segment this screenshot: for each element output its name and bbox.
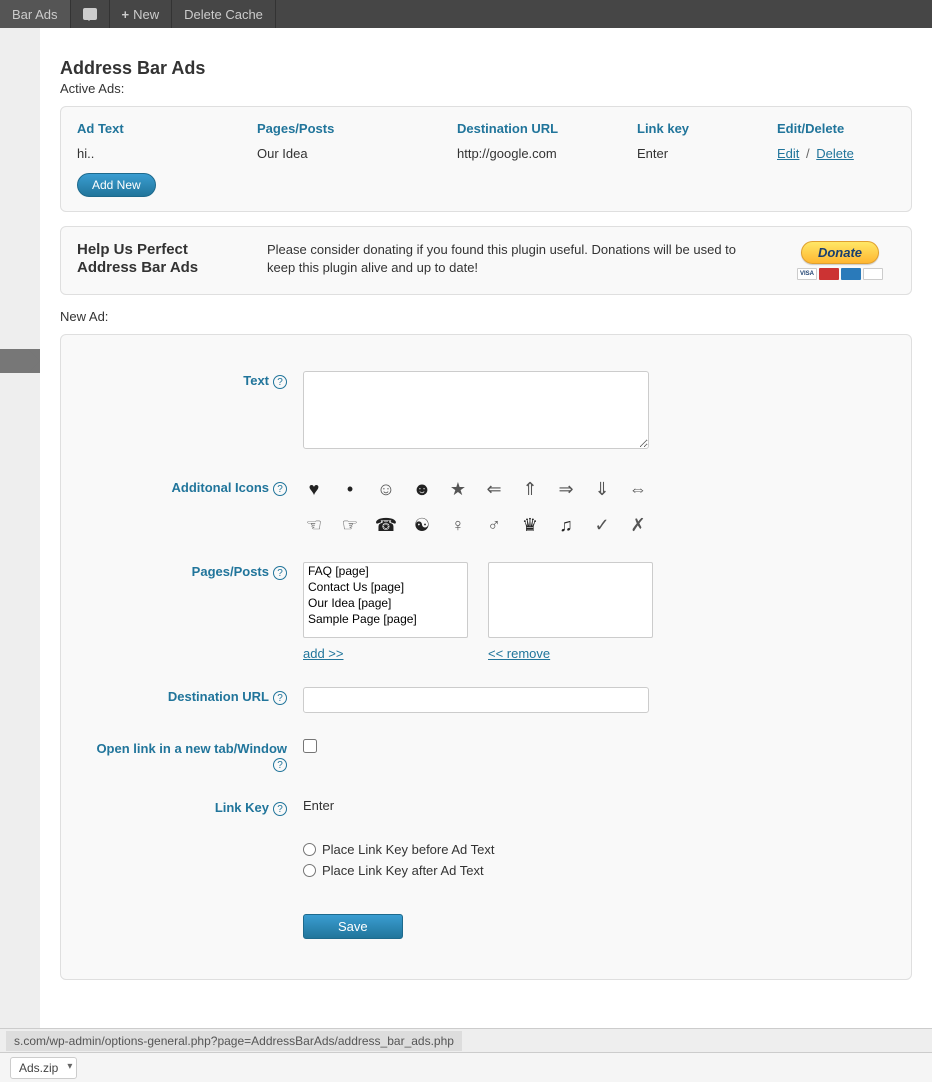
col-edit-delete: Edit/Delete	[777, 121, 895, 146]
link-key-label: Link Key?	[91, 798, 293, 816]
cell-ad-text: hi..	[77, 146, 257, 173]
help-icon[interactable]: ?	[273, 691, 287, 705]
link-key-after-radio[interactable]	[303, 864, 316, 877]
col-link-key: Link key	[637, 121, 777, 146]
amex-icon	[841, 268, 861, 280]
save-button[interactable]: Save	[303, 914, 403, 939]
page-option[interactable]: Sample Page [page]	[304, 611, 467, 627]
smiley-filled-icon[interactable]: ☻	[411, 478, 433, 500]
new-ad-form: Text? Additonal Icons? ♥ • ☺ ☻ ★	[60, 334, 912, 980]
col-dest: Destination URL	[457, 121, 637, 146]
page-option[interactable]: FAQ [page]	[304, 563, 467, 579]
help-icon[interactable]: ?	[273, 758, 287, 772]
comment-icon	[83, 8, 97, 20]
crown-icon[interactable]: ♛	[519, 514, 541, 536]
donate-text: Please consider donating if you found th…	[267, 241, 765, 277]
arrow-up-icon[interactable]: ⇑	[519, 478, 541, 500]
edit-link[interactable]: Edit	[777, 146, 799, 161]
current-menu-arrow-icon	[0, 349, 40, 373]
status-url: s.com/wp-admin/options-general.php?page=…	[6, 1031, 462, 1051]
smiley-icon[interactable]: ☺	[375, 478, 397, 500]
available-pages-select[interactable]: FAQ [page]Contact Us [page]Our Idea [pag…	[303, 562, 468, 638]
admin-toolbar: Bar Ads + New Delete Cache	[0, 0, 932, 28]
credit-card-icons: VISA	[785, 268, 895, 280]
cell-pages: Our Idea	[257, 146, 457, 173]
yinyang-icon[interactable]: ☯	[411, 514, 433, 536]
toolbar-bar-ads[interactable]: Bar Ads	[0, 0, 71, 28]
cell-link-key: Enter	[637, 146, 777, 173]
help-icon[interactable]: ?	[273, 802, 287, 816]
link-key-before-label: Place Link Key before Ad Text	[322, 842, 494, 857]
arrow-down-icon[interactable]: ⇓	[591, 478, 613, 500]
active-ads-label: Active Ads:	[60, 81, 912, 96]
heart-icon[interactable]: ♥	[303, 478, 325, 500]
link-key-after-label: Place Link Key after Ad Text	[322, 863, 484, 878]
text-label: Text?	[91, 371, 293, 452]
toolbar-delete-cache[interactable]: Delete Cache	[172, 0, 276, 28]
toolbar-comments[interactable]	[71, 0, 110, 28]
plus-icon: +	[122, 7, 130, 22]
link-key-after-row[interactable]: Place Link Key after Ad Text	[303, 863, 881, 878]
star-icon[interactable]: ★	[447, 478, 469, 500]
col-pages: Pages/Posts	[257, 121, 457, 146]
cell-actions: Edit / Delete	[777, 146, 895, 173]
new-ad-label: New Ad:	[60, 309, 912, 324]
text-input[interactable]	[303, 371, 649, 449]
check-icon[interactable]: ✓	[591, 514, 613, 536]
page-title: Address Bar Ads	[60, 58, 912, 79]
add-new-button[interactable]: Add New	[77, 173, 156, 197]
icons-label: Additonal Icons?	[91, 478, 293, 536]
page-option[interactable]: Contact Us [page]	[304, 579, 467, 595]
arrow-right-icon[interactable]: ⇒	[555, 478, 577, 500]
active-ads-panel: Ad Text Pages/Posts Destination URL Link…	[60, 106, 912, 212]
remove-pages-link[interactable]: << remove	[488, 646, 653, 661]
donate-panel: Help Us Perfect Address Bar Ads Please c…	[60, 226, 912, 295]
pages-label: Pages/Posts?	[91, 562, 293, 661]
open-new-tab-checkbox[interactable]	[303, 739, 317, 753]
phone-icon[interactable]: ☎	[375, 514, 397, 536]
delete-link[interactable]: Delete	[816, 146, 854, 161]
toolbar-new[interactable]: + New	[110, 0, 173, 28]
download-bar: Ads.zip	[0, 1052, 932, 1082]
help-icon[interactable]: ?	[273, 482, 287, 496]
donate-title: Help Us Perfect Address Bar Ads	[77, 241, 247, 277]
selected-pages-select[interactable]	[488, 562, 653, 638]
help-icon[interactable]: ?	[273, 566, 287, 580]
arrow-leftright-icon[interactable]: ⇔	[627, 478, 649, 500]
link-key-value: Enter	[303, 798, 334, 813]
mastercard-icon	[819, 268, 839, 280]
female-icon[interactable]: ♀	[447, 514, 469, 536]
point-right-icon[interactable]: ☞	[339, 514, 361, 536]
help-icon[interactable]: ?	[273, 375, 287, 389]
music-icon[interactable]: ♫	[555, 514, 577, 536]
destination-url-input[interactable]	[303, 687, 649, 713]
bank-icon	[863, 268, 883, 280]
visa-icon: VISA	[797, 268, 817, 280]
add-pages-link[interactable]: add >>	[303, 646, 468, 661]
link-key-before-radio[interactable]	[303, 843, 316, 856]
link-key-before-row[interactable]: Place Link Key before Ad Text	[303, 842, 881, 857]
col-ad-text: Ad Text	[77, 121, 257, 146]
download-chip[interactable]: Ads.zip	[10, 1057, 77, 1079]
dot-icon[interactable]: •	[339, 478, 361, 500]
browser-status-bar: s.com/wp-admin/options-general.php?page=…	[0, 1028, 932, 1052]
donate-button[interactable]: Donate	[801, 241, 879, 264]
point-left-icon[interactable]: ☜	[303, 514, 325, 536]
male-icon[interactable]: ♂	[483, 514, 505, 536]
icon-picker: ♥ • ☺ ☻ ★ ⇐ ⇑ ⇒ ⇓ ⇔ ☜ ☞ ☎ ☯ ♀	[303, 478, 683, 536]
admin-menu-gutter	[0, 28, 40, 1028]
cell-dest: http://google.com	[457, 146, 637, 173]
page-option[interactable]: Our Idea [page]	[304, 595, 467, 611]
dest-url-label: Destination URL?	[91, 687, 293, 713]
cross-icon[interactable]: ✗	[627, 514, 649, 536]
arrow-left-icon[interactable]: ⇐	[483, 478, 505, 500]
toolbar-new-label: New	[133, 7, 159, 22]
open-new-label: Open link in a new tab/Window?	[91, 739, 293, 772]
